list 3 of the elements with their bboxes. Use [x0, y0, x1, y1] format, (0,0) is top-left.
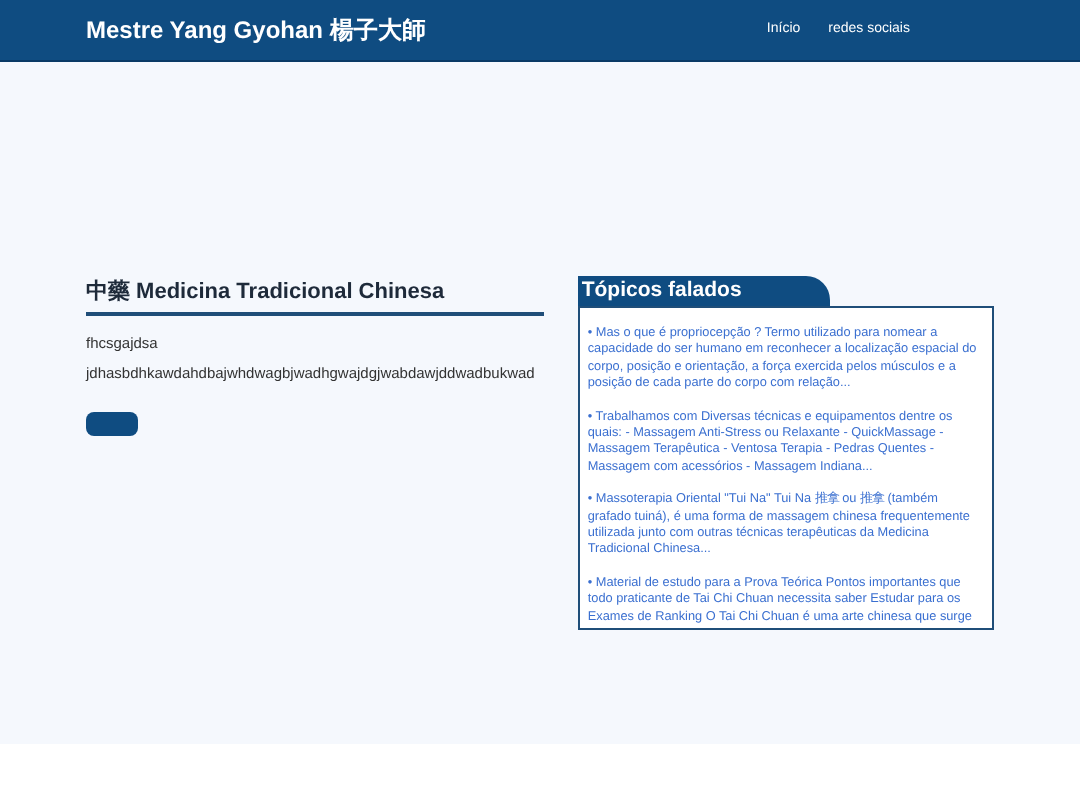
site-title: Mestre Yang Gyohan 楊子大師 [86, 14, 426, 48]
section-heading: 中藥 Medicina Tradicional Chinesa [86, 276, 544, 315]
action-button[interactable] [86, 412, 138, 436]
